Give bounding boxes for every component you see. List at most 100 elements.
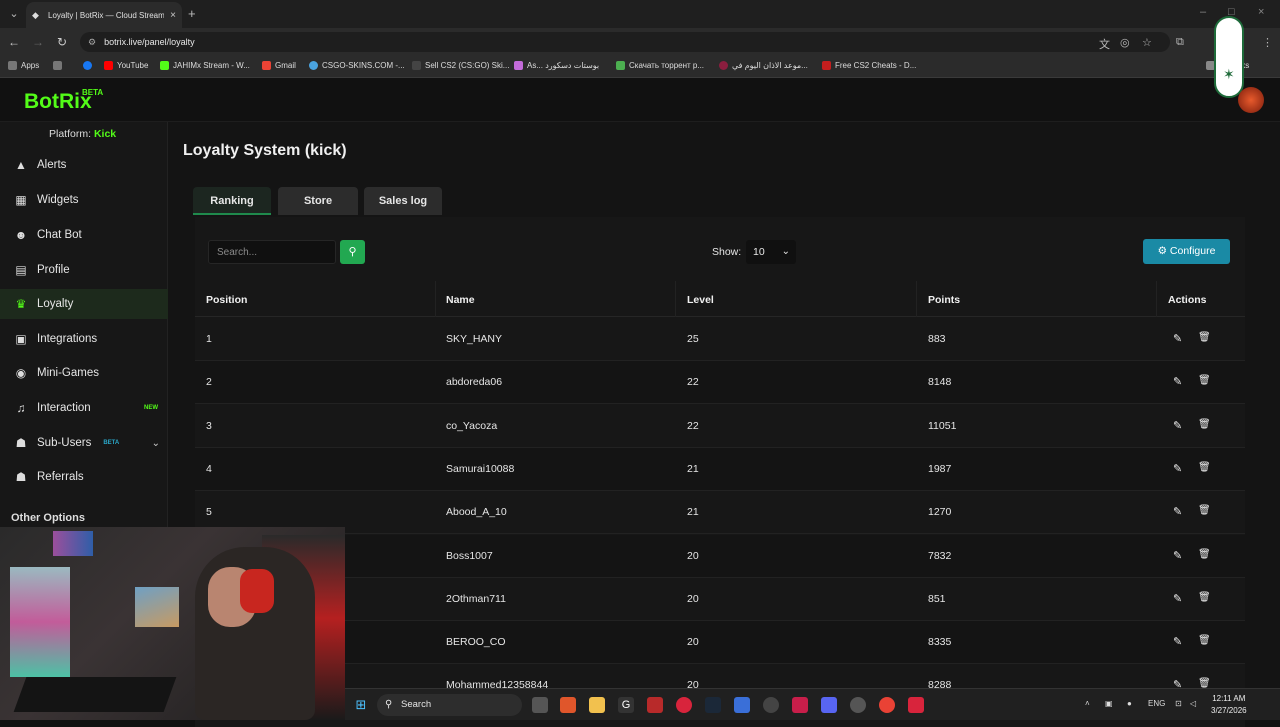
delete-icon[interactable]: 🗑 (1198, 549, 1211, 560)
sidebar-item-alerts[interactable]: ▲ Alerts (0, 150, 168, 180)
column-divider (1156, 281, 1157, 317)
search-input[interactable] (208, 240, 336, 264)
reload-icon[interactable]: ↻ (54, 34, 70, 50)
delete-icon[interactable]: 🗑 (1198, 419, 1211, 430)
bookmark-kick-stream[interactable]: JAHIMx Stream - W... (160, 61, 250, 70)
sidebar-item-chat-bot[interactable]: ☻ Chat Bot (0, 220, 168, 250)
search-icon: ⚲ (348, 246, 357, 258)
prayer-icon (719, 61, 728, 70)
delete-icon[interactable]: 🗑 (1198, 375, 1211, 386)
beta-badge: BETA (82, 88, 104, 97)
sidebar-item-interaction[interactable]: ♫ Interaction NEW (0, 393, 168, 423)
bookmarks-bar: Apps YouTube JAHIMx Stream - W... Gmail … (0, 56, 1280, 78)
window-close-icon[interactable]: × (1258, 6, 1264, 18)
sidebar-item-mini-games[interactable]: ◉ Mini-Games (0, 358, 168, 388)
blue-app-icon[interactable] (734, 697, 750, 713)
user-avatar[interactable] (1238, 87, 1264, 113)
edit-icon[interactable]: ✎ (1173, 592, 1182, 605)
translate-icon[interactable]: 文 (1099, 36, 1110, 52)
tray-chevron-icon[interactable]: ˄ (1085, 699, 1090, 708)
address-bar[interactable]: ⚙ botrix.live/panel/loyalty (80, 32, 1170, 52)
edit-icon[interactable]: ✎ (1173, 635, 1182, 648)
tray-app-icon[interactable]: ▣ (1105, 699, 1113, 708)
column-header-level[interactable]: Level (687, 294, 714, 306)
edit-icon[interactable]: ✎ (1173, 332, 1182, 345)
site-info-icon[interactable]: ⚙ (88, 37, 96, 48)
delete-icon[interactable]: 🗑 (1198, 592, 1211, 603)
bookmark-sell-cs2[interactable]: Sell CS2 (CS:GO) Ski... (412, 61, 509, 70)
steam-icon[interactable] (705, 697, 721, 713)
bookmark-cs2-cheats[interactable]: Free CS2 Cheats - D... (822, 61, 916, 70)
column-header-position[interactable]: Position (206, 294, 247, 306)
delete-icon[interactable]: 🗑 (1198, 462, 1211, 473)
bookmark-discord-posts[interactable]: As... بوستات دسكورد (514, 61, 599, 70)
windows-start-icon[interactable]: ⊞ (353, 697, 369, 713)
column-header-name[interactable]: Name (446, 294, 475, 306)
sidebar-item-sub-users[interactable]: ☗ Sub-Users BETA ⌄ (0, 428, 168, 458)
affinity-icon[interactable] (792, 697, 808, 713)
red-app-icon[interactable] (647, 697, 663, 713)
cell-position: 1 (206, 333, 212, 345)
delete-icon[interactable]: 🗑 (1198, 505, 1211, 516)
sidebar-item-loyalty[interactable]: ♛ Loyalty (0, 289, 168, 319)
page-size-select[interactable]: 10 ⌄ (746, 240, 796, 264)
edit-icon[interactable]: ✎ (1173, 419, 1182, 432)
column-header-actions: Actions (1168, 294, 1207, 306)
edit-icon[interactable]: ✎ (1173, 549, 1182, 562)
chevron-down-icon[interactable]: ⌄ (152, 438, 160, 449)
system-clock[interactable]: 12:11 AM 3/27/2026 (1211, 693, 1247, 717)
edit-icon[interactable]: ✎ (1173, 375, 1182, 388)
column-header-points[interactable]: Points (928, 294, 960, 306)
file-explorer-icon[interactable] (589, 697, 605, 713)
streaming-app-icon[interactable] (908, 697, 924, 713)
bookmark-prayer-times[interactable]: موعد الاذان اليوم في... (719, 61, 808, 70)
brave-icon[interactable] (560, 697, 576, 713)
bookmark-grid[interactable] (53, 61, 62, 70)
obs-icon[interactable] (850, 697, 866, 713)
edit-icon[interactable]: ✎ (1173, 462, 1182, 475)
tab-search-icon[interactable]: ⌄ (6, 6, 22, 22)
search-button[interactable]: ⚲ (340, 240, 365, 264)
sidebar-item-referrals[interactable]: ☗ Referrals (0, 462, 168, 492)
browser-tab[interactable]: ◆ Loyalty | BotRix — Cloud Stream × (26, 2, 182, 28)
network-icon[interactable]: ⊡ (1175, 699, 1182, 708)
configure-button[interactable]: ⚙ Configure (1143, 239, 1230, 264)
record-app-icon[interactable] (676, 697, 692, 713)
volume-icon[interactable]: ◁ (1190, 699, 1196, 708)
page-title: Loyalty System (kick) (183, 142, 347, 159)
delete-icon[interactable]: 🗑 (1198, 635, 1211, 646)
bookmark-apps[interactable]: Apps (8, 61, 39, 70)
microphone-icon[interactable]: ● (1127, 699, 1132, 708)
logitech-g-icon[interactable]: G (618, 697, 634, 713)
edit-icon[interactable]: ✎ (1173, 505, 1182, 518)
forward-icon[interactable]: → (30, 34, 46, 50)
sidebar-item-profile[interactable]: ▤ Profile (0, 255, 168, 285)
tab-ranking[interactable]: Ranking (193, 187, 271, 215)
extensions-icon[interactable]: ⧉ (1176, 36, 1184, 49)
task-view-icon[interactable] (532, 697, 548, 713)
bookmark-gmail[interactable]: Gmail (262, 61, 296, 70)
chrome-icon[interactable] (879, 697, 895, 713)
bookmark-star-icon[interactable]: ☆ (1142, 36, 1152, 49)
delete-icon[interactable]: 🗑 (1198, 332, 1211, 343)
language-indicator[interactable]: ENG (1148, 699, 1165, 708)
tab-sales-log[interactable]: Sales log (364, 187, 442, 215)
eye-off-icon[interactable]: ◎ (1120, 36, 1130, 49)
tab-store[interactable]: Store (278, 187, 358, 215)
sidebar-item-integrations[interactable]: ▣ Integrations (0, 324, 168, 354)
discord-icon[interactable] (821, 697, 837, 713)
back-icon[interactable]: ← (6, 34, 22, 50)
sidebar-item-widgets[interactable]: ▦ Widgets (0, 185, 168, 215)
taskbar-search[interactable]: ⚲ Search (377, 694, 522, 716)
new-tab-icon[interactable]: + (188, 6, 196, 21)
steelseries-icon[interactable] (763, 697, 779, 713)
bookmark-youtube[interactable]: YouTube (104, 61, 148, 70)
botrix-logo[interactable]: BotRix BETA (24, 88, 103, 114)
bookmark-facebook[interactable] (83, 61, 92, 70)
minimize-icon[interactable]: – (1200, 6, 1206, 18)
tab-close-icon[interactable]: × (170, 10, 176, 21)
bookmark-csgo-skins[interactable]: CSGO-SKINS.COM -... (309, 61, 405, 70)
bookmark-torrent[interactable]: Скачать торрент р... (616, 61, 704, 70)
cell-name: co_Yacoza (446, 419, 498, 432)
browser-menu-icon[interactable]: ⋮ (1262, 36, 1273, 49)
